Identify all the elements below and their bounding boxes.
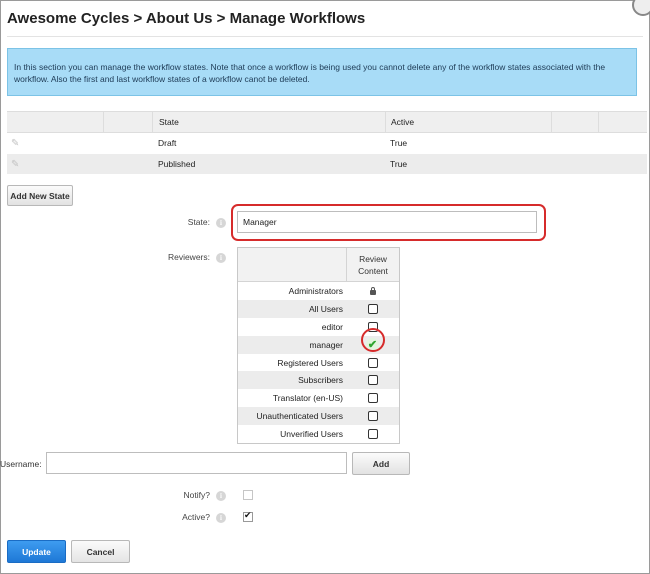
reviewer-row: Administrators: [238, 282, 399, 300]
reviewer-name: Translator (en-US): [272, 393, 343, 404]
info-message: In this section you can manage the workf…: [7, 48, 637, 96]
review-content-checkbox[interactable]: [367, 411, 378, 422]
review-content-checkbox[interactable]: [367, 429, 378, 440]
notify-label: Notify?: [183, 490, 210, 500]
grid-row: ✎ Published True: [7, 154, 647, 175]
username-input[interactable]: [46, 452, 347, 474]
review-content-header: Review Content: [358, 253, 388, 276]
grid-header-row: State Active: [7, 111, 647, 133]
grid-cell-active: True: [390, 138, 408, 148]
reviewer-name: Unauthenticated Users: [256, 411, 343, 422]
reviewer-row: Unverified Users: [238, 425, 399, 443]
notify-checkbox[interactable]: [243, 490, 253, 500]
cancel-button[interactable]: Cancel: [71, 540, 130, 563]
reviewer-name: Registered Users: [277, 357, 343, 368]
states-grid: State Active ✎ Draft True ✎ Published Tr…: [7, 111, 647, 175]
state-input[interactable]: Manager: [237, 211, 537, 233]
pencil-icon[interactable]: ✎: [11, 159, 19, 170]
username-label: Username:: [0, 459, 42, 469]
reviewers-header: Review Content: [238, 248, 399, 282]
help-icon[interactable]: i: [216, 491, 226, 501]
add-new-state-button[interactable]: Add New State: [7, 185, 73, 206]
grid-cell-active: True: [390, 159, 408, 169]
grid-row: ✎ Draft True: [7, 133, 647, 154]
reviewer-row: Subscribers: [238, 371, 399, 390]
state-label: State:: [187, 217, 210, 227]
reviewer-row: Unauthenticated Users: [238, 407, 399, 426]
lock-icon: [369, 286, 376, 295]
reviewer-row: All Users: [238, 299, 399, 318]
reviewer-name: Unverified Users: [280, 429, 343, 440]
reviewer-name: Administrators: [288, 285, 343, 296]
review-content-checkbox[interactable]: [367, 375, 378, 386]
reviewer-name: editor: [321, 321, 343, 332]
add-username-button[interactable]: Add: [352, 452, 410, 475]
help-icon[interactable]: i: [216, 218, 226, 228]
active-label: Active?: [182, 512, 210, 522]
update-button[interactable]: Update: [7, 540, 66, 563]
grid-cell-state: Draft: [158, 138, 177, 148]
reviewer-row: Translator (en-US): [238, 389, 399, 407]
reviewer-name: Subscribers: [298, 375, 343, 386]
reviewer-row: Registered Users: [238, 354, 399, 372]
title-divider: [7, 36, 643, 37]
help-icon[interactable]: i: [216, 253, 226, 263]
active-checkbox[interactable]: [243, 510, 253, 522]
pencil-icon[interactable]: ✎: [11, 138, 19, 149]
grid-cell-state: Published: [158, 159, 196, 169]
grid-header-active[interactable]: Active: [386, 112, 552, 132]
reviewer-name: manager: [309, 339, 343, 350]
page-title: Awesome Cycles > About Us > Manage Workf…: [7, 10, 366, 27]
reviewers-label: Reviewers:: [167, 252, 210, 262]
review-content-checkbox[interactable]: [367, 357, 378, 368]
grid-header-state[interactable]: State: [153, 112, 386, 132]
review-content-checkbox[interactable]: [367, 303, 378, 314]
manager-check-highlight: [361, 328, 385, 352]
help-icon[interactable]: i: [216, 513, 226, 523]
review-content-checkbox[interactable]: [367, 393, 378, 404]
reviewer-name: All Users: [308, 303, 343, 314]
